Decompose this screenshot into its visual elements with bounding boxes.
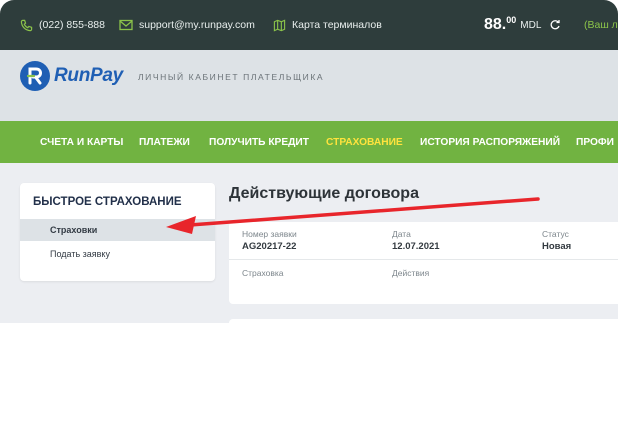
app-window: (022) 855-888 support@my.runpay.com Карт…: [0, 0, 618, 437]
annotation-arrow: [166, 197, 540, 234]
